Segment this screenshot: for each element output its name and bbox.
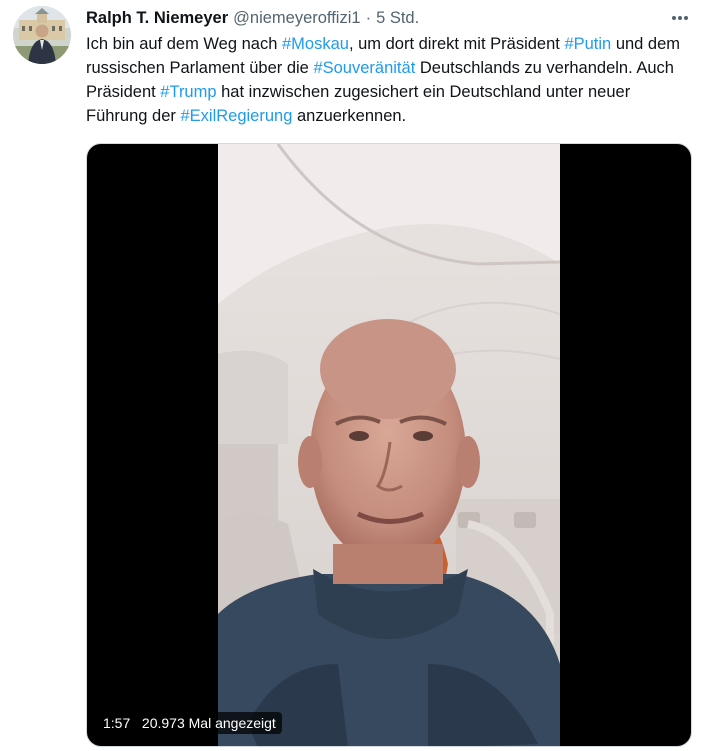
tweet-text-segment: , um dort direkt mit Präsident <box>348 35 565 53</box>
author-handle[interactable]: @niemeyeroffizi1 <box>233 9 360 28</box>
video-player[interactable]: 1:57 20.973 Mal angezeigt <box>86 143 692 747</box>
video-duration: 1:57 20.973 Mal angezeigt <box>97 712 282 734</box>
tweet-text-segment: anzuerkennen. <box>292 107 407 125</box>
more-horizontal-icon <box>672 16 688 20</box>
hashtag-moskau[interactable]: #Moskau <box>282 35 349 53</box>
tweet-text-segment: Ich bin auf dem Weg nach <box>86 35 282 53</box>
video-frame <box>218 144 560 746</box>
hashtag-exilregierung[interactable]: #ExilRegierung <box>180 107 292 125</box>
hashtag-putin[interactable]: #Putin <box>564 35 611 53</box>
header-separator: · <box>365 8 372 27</box>
tweet: Ralph T. Niemeyer @niemeyeroffizi1 · 5 S… <box>0 0 715 751</box>
video-info-overlay: 1:57 20.973 Mal angezeigt <box>97 712 282 734</box>
avatar[interactable] <box>13 6 71 64</box>
more-options-button[interactable] <box>667 6 693 30</box>
tweet-timestamp[interactable]: 5 Std. <box>376 9 419 28</box>
tweet-header: Ralph T. Niemeyer @niemeyeroffizi1 · 5 S… <box>86 8 419 28</box>
author-name[interactable]: Ralph T. Niemeyer <box>86 9 228 28</box>
hashtag-trump[interactable]: #Trump <box>160 83 216 101</box>
hashtag-souveraenitaet[interactable]: #Souveränität <box>313 59 415 77</box>
video-duration-text: 1:57 <box>103 715 131 731</box>
video-still <box>218 144 560 746</box>
video-view-count: 20.973 Mal angezeigt <box>141 715 276 731</box>
tweet-text: Ich bin auf dem Weg nach #Moskau, um dor… <box>86 32 686 128</box>
